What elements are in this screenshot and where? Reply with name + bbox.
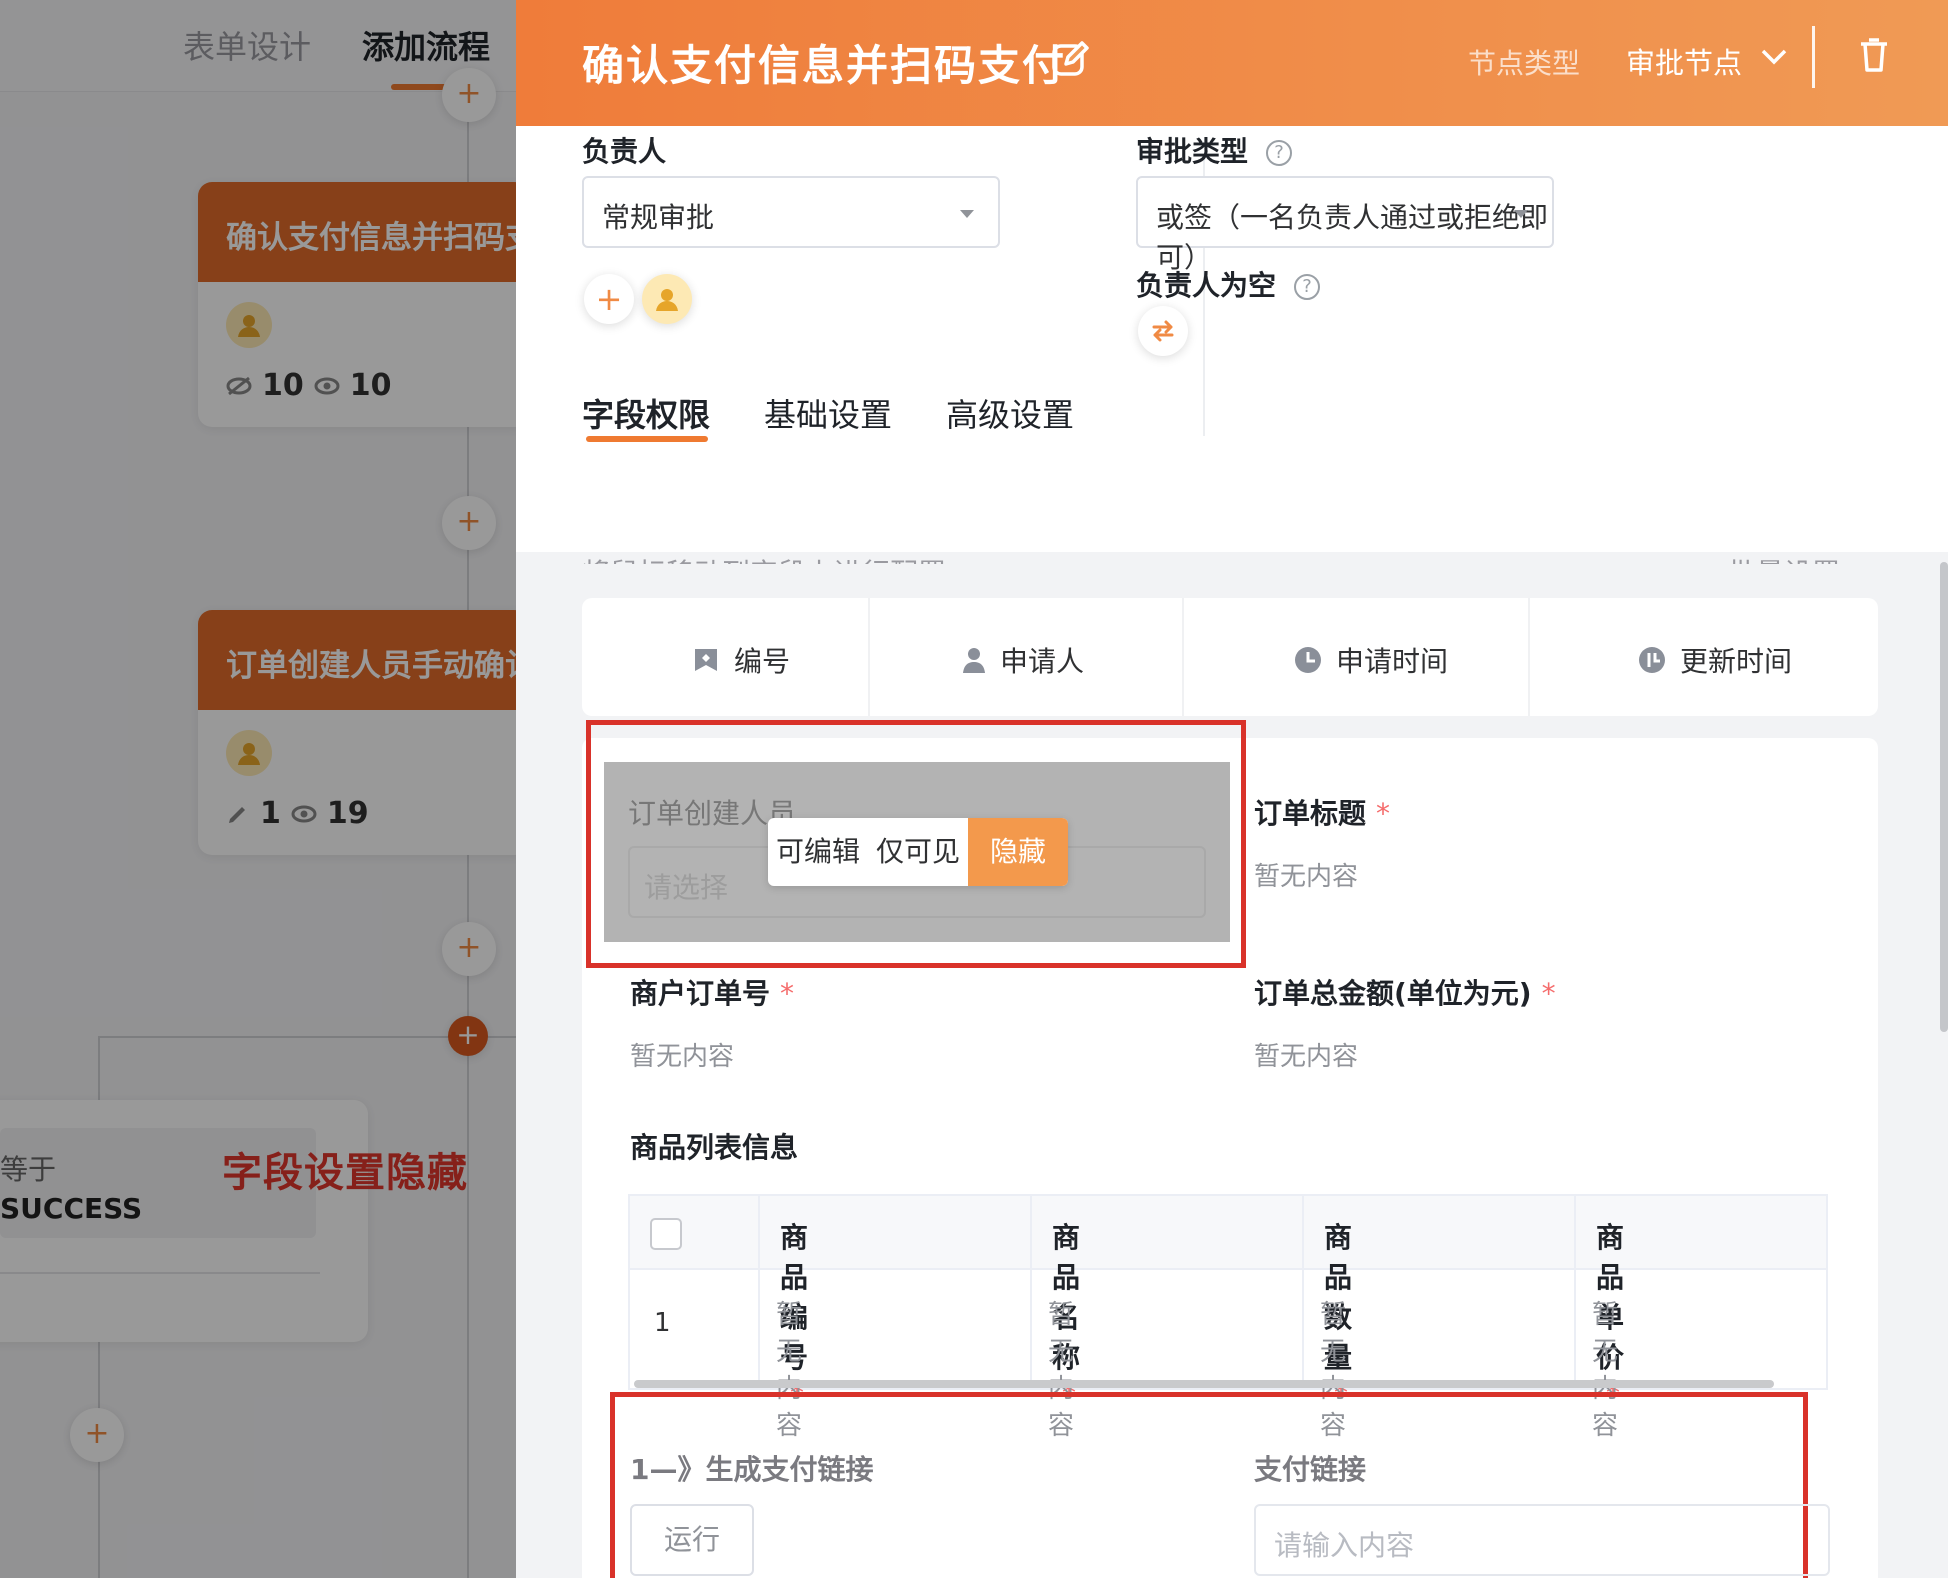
table-header [630,1196,1826,1270]
system-field-apply-time[interactable]: 申请时间 [1294,640,1448,680]
select-all-checkbox[interactable] [650,1218,682,1250]
owner-empty-toggle[interactable] [1138,306,1188,356]
node-config-drawer: 确认支付信息并扫码支付 节点类型 审批节点 负责人 常规审批 + 审批类型? 或… [516,0,1948,1578]
modal-overlay[interactable] [0,0,516,1578]
history-icon [1639,647,1665,673]
approval-type-select[interactable]: 或签（一名负责人通过或拒绝即可） [1136,176,1554,274]
node-type-select[interactable]: 审批节点 [1626,40,1742,82]
divider [1528,598,1530,716]
system-field-applicant[interactable]: 申请人 [962,640,1084,680]
owner-label: 负责人 [582,135,667,168]
swap-icon [1152,320,1174,342]
field-value: 暂无内容 [1254,862,1359,892]
product-table: 1 商品编号* 暂无内容 商品名称* 暂无内容 商品数量* 暂无内容 商品单价*… [628,1194,1828,1441]
add-owner-button[interactable]: + [584,274,634,324]
run-button[interactable]: 运行 [630,1504,754,1576]
trash-icon[interactable] [1858,34,1890,74]
node-title: 确认支付信息并扫码支付 [582,41,1067,90]
system-fields-card: 编号 申请人 申请时间 更新时间 [582,598,1878,716]
divider [868,598,870,716]
table-column: 商品编号* 暂无内容 [758,1196,808,1441]
tab-basic-settings[interactable]: 基础设置 [764,390,892,436]
horizontal-scrollbar[interactable] [634,1380,1774,1388]
chevron-down-icon[interactable] [1760,48,1788,66]
product-list-title[interactable]: 商品列表信息 [630,1126,798,1166]
help-icon[interactable]: ? [1294,274,1321,300]
divider [1812,26,1815,88]
person-icon [963,648,985,673]
avatar[interactable] [642,274,692,324]
flow-canvas: 表单设计 添加流程 + 确认支付信息并扫码支付 10 10 + 订单创建人员手动… [0,0,516,1578]
field-merchant-order-no[interactable]: 商户订单号 * [630,972,794,1012]
user-icon [656,289,678,311]
drawer-header: 确认支付信息并扫码支付 节点类型 审批节点 [516,0,1948,126]
divider [1182,598,1184,716]
batch-settings-link[interactable]: 批量设置 [1728,552,1840,564]
field-generate-pay-link[interactable]: 1—》生成支付链接 [630,1448,873,1488]
active-tab-indicator [586,436,708,442]
node-type-label: 节点类型 [1468,47,1581,80]
table-column: 商品单价* 暂无内容 [1574,1196,1624,1441]
tab-advanced-settings[interactable]: 高级设置 [946,390,1074,436]
help-icon[interactable]: ? [1266,140,1293,166]
system-field-id[interactable]: 编号 [692,640,790,680]
owner-empty-label: 负责人为空? [1136,264,1321,304]
owner-type-select[interactable]: 常规审批 [582,176,1000,248]
pay-link-input[interactable]: 请输入内容 [1254,1504,1830,1576]
highlight-box [586,720,1246,968]
caret-down-icon [1514,210,1528,218]
field-value: 暂无内容 [630,1042,735,1072]
field-pay-link[interactable]: 支付链接 [1254,1448,1366,1488]
vertical-scrollbar[interactable] [1940,562,1948,1032]
field-order-title[interactable]: 订单标题 * [1254,792,1390,832]
row-index: 1 [654,1308,671,1338]
node-basic-panel: 负责人 常规审批 + 审批类型? 或签（一名负责人通过或拒绝即可） 负责人为空?… [516,126,1948,552]
clock-icon [1295,647,1321,673]
approval-type-label: 审批类型? [1136,130,1293,170]
table-column: 商品数量* 暂无内容 [1302,1196,1352,1441]
table-column: 商品名称* 暂无内容 [1030,1196,1080,1441]
edit-icon[interactable] [1050,40,1090,80]
system-field-update-time[interactable]: 更新时间 [1638,640,1792,680]
id-card-icon [695,649,717,671]
tab-field-permission[interactable]: 字段权限 [582,390,710,436]
caret-down-icon [960,210,974,218]
config-hint: 将鼠标移动到字段上进行配置 [582,552,946,564]
field-value: 暂无内容 [1254,1042,1359,1072]
field-order-total[interactable]: 订单总金额(单位为元) * [1254,972,1556,1012]
